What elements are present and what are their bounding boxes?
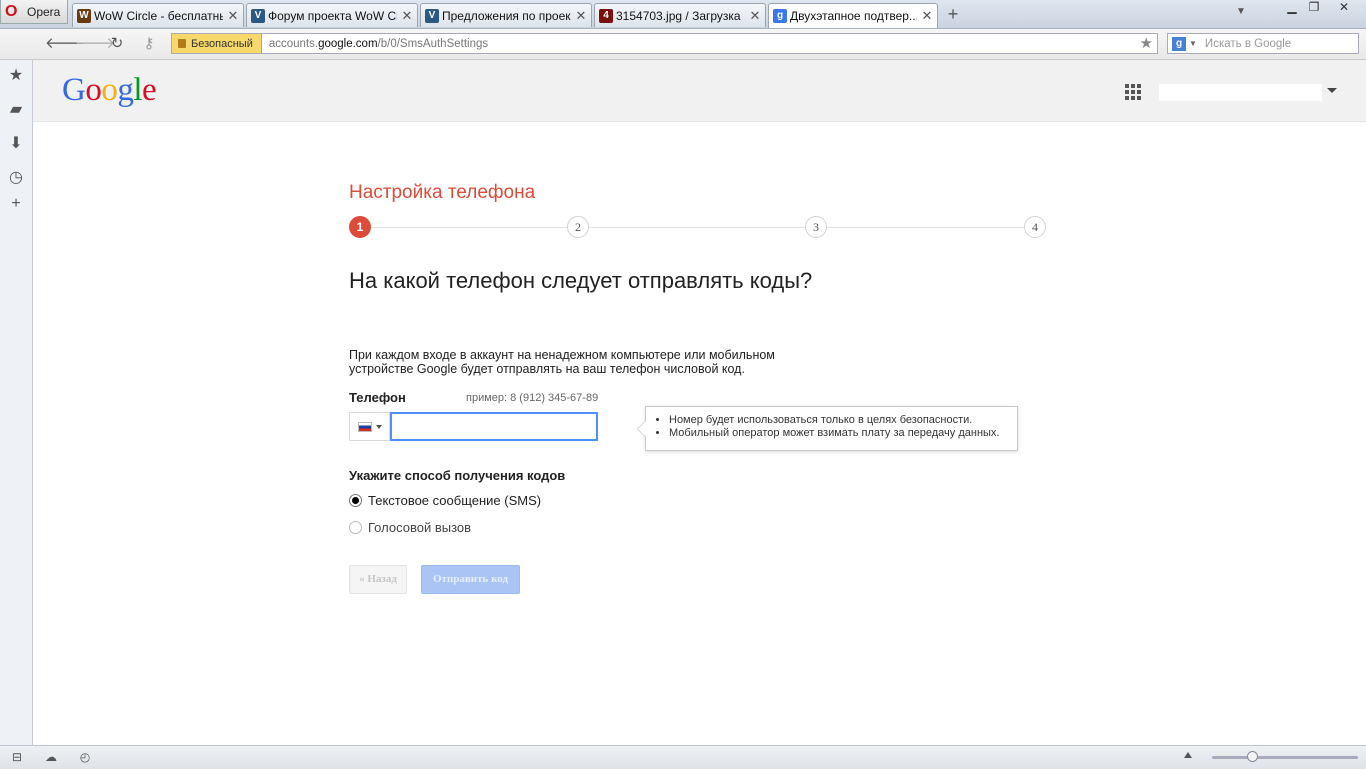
step-2: 2 [567,216,589,238]
reload-icon[interactable]: ↻ [108,35,126,53]
tooltip-item: Номер будет использоваться только в целя… [669,414,1017,427]
search-placeholder: Искать в Google [1204,37,1292,50]
tab-list-chevron-down-icon[interactable]: ▼ [1236,6,1246,17]
apps-grid-icon[interactable] [1125,84,1141,100]
notes-icon[interactable]: ▰ [7,101,25,119]
key-icon[interactable]: ⚷ [139,35,159,53]
phone-input[interactable] [390,412,598,441]
chevron-down-icon[interactable]: ▼ [1189,39,1197,48]
tab-favicon-icon: g [773,9,787,23]
bookmark-star-icon[interactable]: ★ [1140,34,1153,52]
url-path: /b/0/SmsAuthSettings [377,37,489,50]
side-panel: ★ ▰ ⬇ ◷ + [0,60,33,745]
history-clock-icon[interactable]: ◷ [7,169,25,187]
logo-letter: o [101,72,118,108]
country-select[interactable] [349,412,390,441]
tab-favicon-icon: V [251,8,265,23]
caret-up-icon[interactable] [1184,752,1192,758]
radio-voice[interactable] [349,521,362,534]
url-field[interactable]: Безопасный accounts.google.com/b/0/SmsAu… [171,33,1158,54]
radio-sms[interactable] [349,494,362,507]
tab-bar: O Opera W WoW Circle - бесплатны... ✕ V … [0,0,1366,29]
tab-title: Форум проекта WoW Ci... [268,8,397,23]
method-sms-label[interactable]: Текстовое сообщение (SMS) [368,493,541,508]
panel-toggle-icon[interactable]: ⊟ [10,750,24,764]
speedometer-icon[interactable]: ◴ [78,750,92,764]
tooltip-item: Мобильный оператор может взимать плату з… [669,427,1017,440]
url-prefix: accounts. [268,37,319,50]
tab-upload[interactable]: 4 3154703.jpg / Загрузка ... ✕ [594,3,766,27]
logo-letter: l [133,72,143,108]
url-text: accounts.google.com/b/0/SmsAuthSettings [269,38,488,50]
tab-title: 3154703.jpg / Загрузка ... [616,8,745,23]
minimize-icon[interactable]: ▁ [1281,0,1303,16]
chevron-down-icon [375,424,382,429]
tab-wowcircle[interactable]: W WoW Circle - бесплатны... ✕ [72,3,244,27]
close-window-icon[interactable]: ✕ [1333,0,1355,16]
tab-two-step-verification[interactable]: g Двухэтапное подтвер... ✕ [768,3,938,28]
phone-setup-form: Настройка телефона 1 2 3 4 На какой теле… [349,60,1049,745]
tab-forum[interactable]: V Форум проекта WoW Ci... ✕ [246,3,418,27]
logo-letter: o [85,72,102,108]
tab-title: Предложения по проек... [442,8,571,23]
zoom-slider-thumb[interactable] [1247,751,1258,762]
search-field[interactable]: g ▼ Искать в Google [1167,33,1359,54]
method-label: Укажите способ получения кодов [349,468,566,483]
status-bar: ⊟ ☁ ◴ [0,745,1366,769]
add-panel-plus-icon[interactable]: + [7,195,25,213]
bookmarks-star-icon[interactable]: ★ [7,67,25,85]
new-tab-plus-icon[interactable]: + [944,5,962,23]
tab-close-icon[interactable]: ✕ [749,8,761,24]
progress-line [361,227,1037,228]
tab-title: Двухэтапное подтвер... [790,9,917,23]
method-voice-label[interactable]: Голосовой вызов [368,520,471,535]
step-3: 3 [805,216,827,238]
logo-letter: e [142,72,157,108]
tab-close-icon[interactable]: ✕ [575,8,587,24]
back-button[interactable]: « Назад [349,565,407,594]
opera-logo-icon: O [5,2,18,20]
tab-proposals[interactable]: V Предложения по проек... ✕ [420,3,592,27]
account-name-box[interactable] [1159,84,1322,101]
cloud-icon[interactable]: ☁ [44,750,58,764]
page-content: Google Настройка телефона 1 2 3 4 На как… [33,60,1366,745]
lock-icon [178,39,186,48]
logo-letter: g [117,72,134,108]
account-chevron-down-icon[interactable] [1327,88,1337,93]
page-title: Настройка телефона [349,182,536,203]
zoom-slider[interactable] [1212,756,1358,759]
russia-flag-icon [357,421,372,432]
question-heading: На какой телефон следует отправлять коды… [349,268,813,293]
url-domain: google.com [318,37,378,50]
google-logo[interactable]: Google [62,72,157,109]
phone-info-tooltip: Номер будет использоваться только в целя… [637,406,1018,451]
phone-example: пример: 8 (912) 345-67-89 [466,392,599,404]
method-sms-option[interactable]: Текстовое сообщение (SMS) [349,493,541,508]
tab-close-icon[interactable]: ✕ [921,8,933,24]
secure-badge[interactable]: Безопасный [172,34,262,53]
opera-menu-label: Opera [27,4,61,19]
forward-arrow-icon[interactable]: 🡒 [75,35,115,53]
step-4: 4 [1024,216,1046,238]
tab-close-icon[interactable]: ✕ [401,8,413,24]
downloads-icon[interactable]: ⬇ [7,135,25,153]
phone-label: Телефон [349,390,406,405]
intro-text: При каждом входе в аккаунт на ненадежном… [349,348,775,376]
method-voice-option[interactable]: Голосовой вызов [349,520,471,535]
tab-title: WoW Circle - бесплатны... [94,8,223,23]
tab-favicon-icon: V [425,8,439,23]
step-1: 1 [349,216,371,238]
tab-close-icon[interactable]: ✕ [227,8,239,24]
address-toolbar: 🡐 🡒 ↻ ⚷ Безопасный accounts.google.com/b… [0,29,1366,60]
back-arrow-icon[interactable]: 🡐 [45,35,85,53]
secure-label: Безопасный [191,37,253,50]
send-code-button[interactable]: Отправить код [421,565,520,594]
maximize-icon[interactable]: ❐ [1303,0,1325,16]
logo-letter: G [62,72,86,108]
tab-favicon-icon: 4 [599,8,613,23]
opera-menu-button[interactable]: O Opera [0,0,68,24]
google-search-engine-icon[interactable]: g [1172,36,1186,51]
tab-favicon-icon: W [77,8,91,23]
